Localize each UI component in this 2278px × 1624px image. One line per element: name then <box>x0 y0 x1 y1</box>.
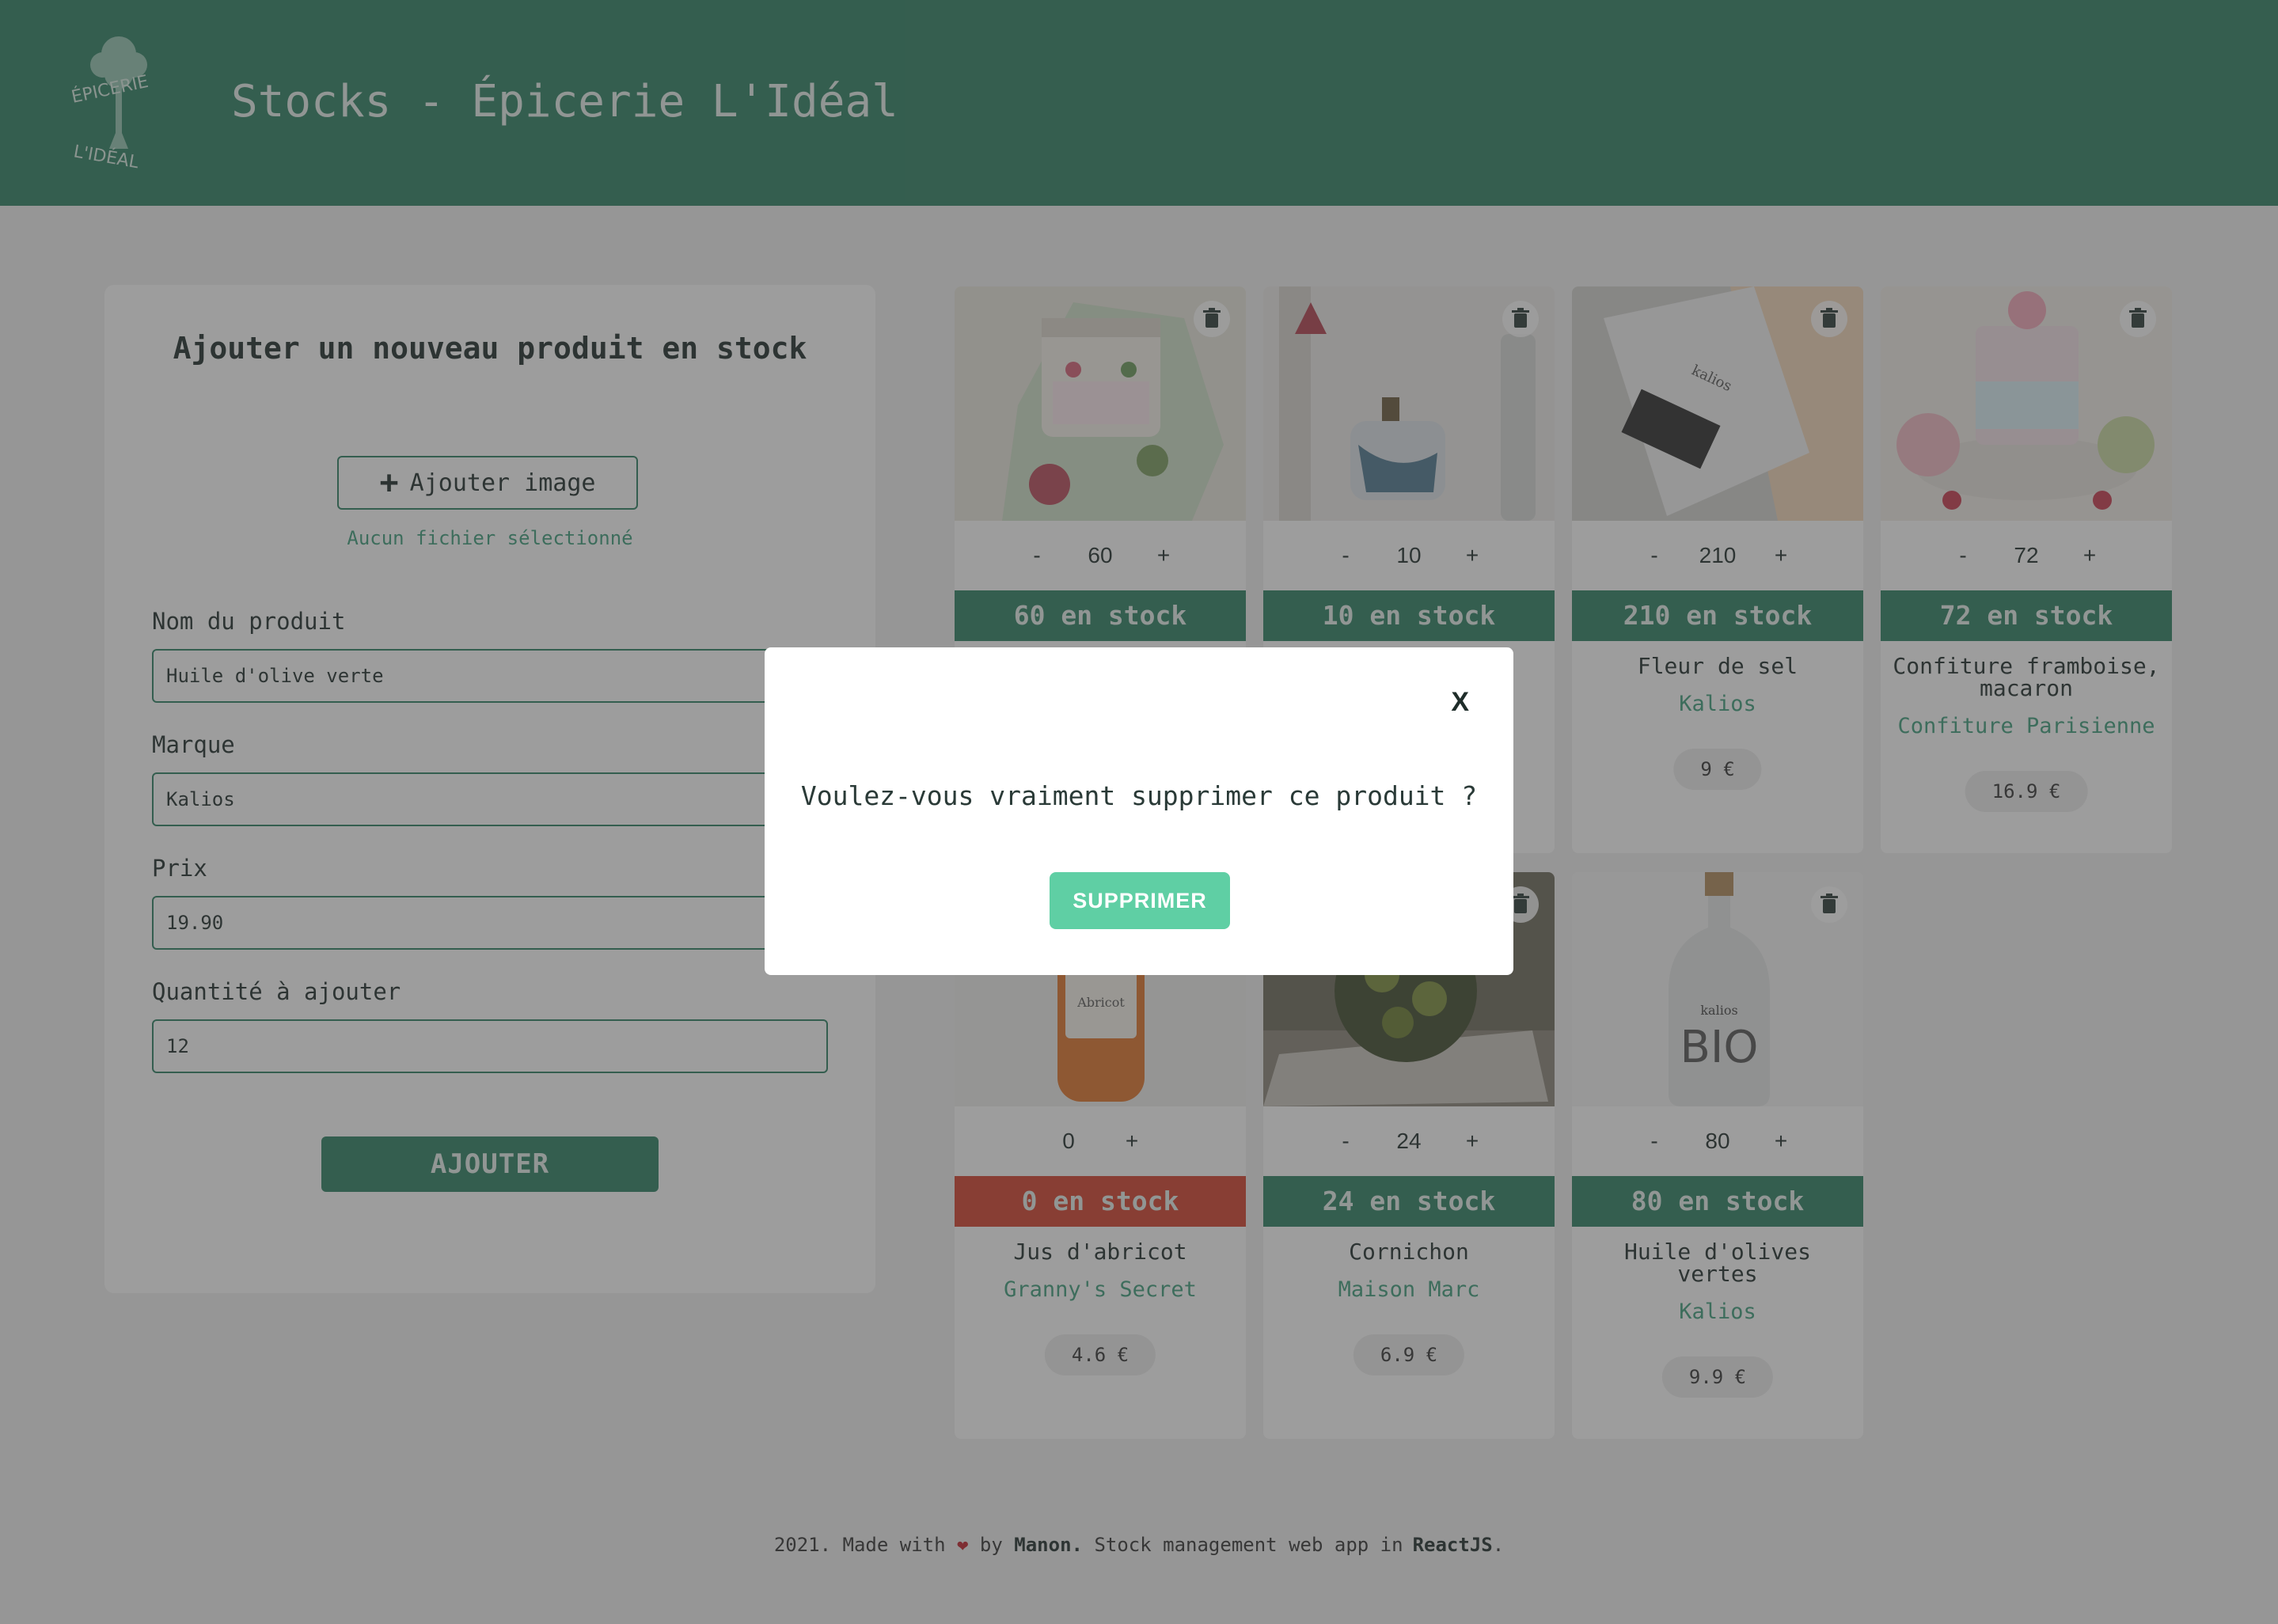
close-button[interactable]: X <box>1451 687 1469 718</box>
delete-confirm-modal: X Voulez-vous vraiment supprimer ce prod… <box>765 647 1513 975</box>
modal-message: Voulez-vous vraiment supprimer ce produi… <box>800 780 1478 811</box>
confirm-delete-button[interactable]: SUPPRIMER <box>1050 872 1230 929</box>
